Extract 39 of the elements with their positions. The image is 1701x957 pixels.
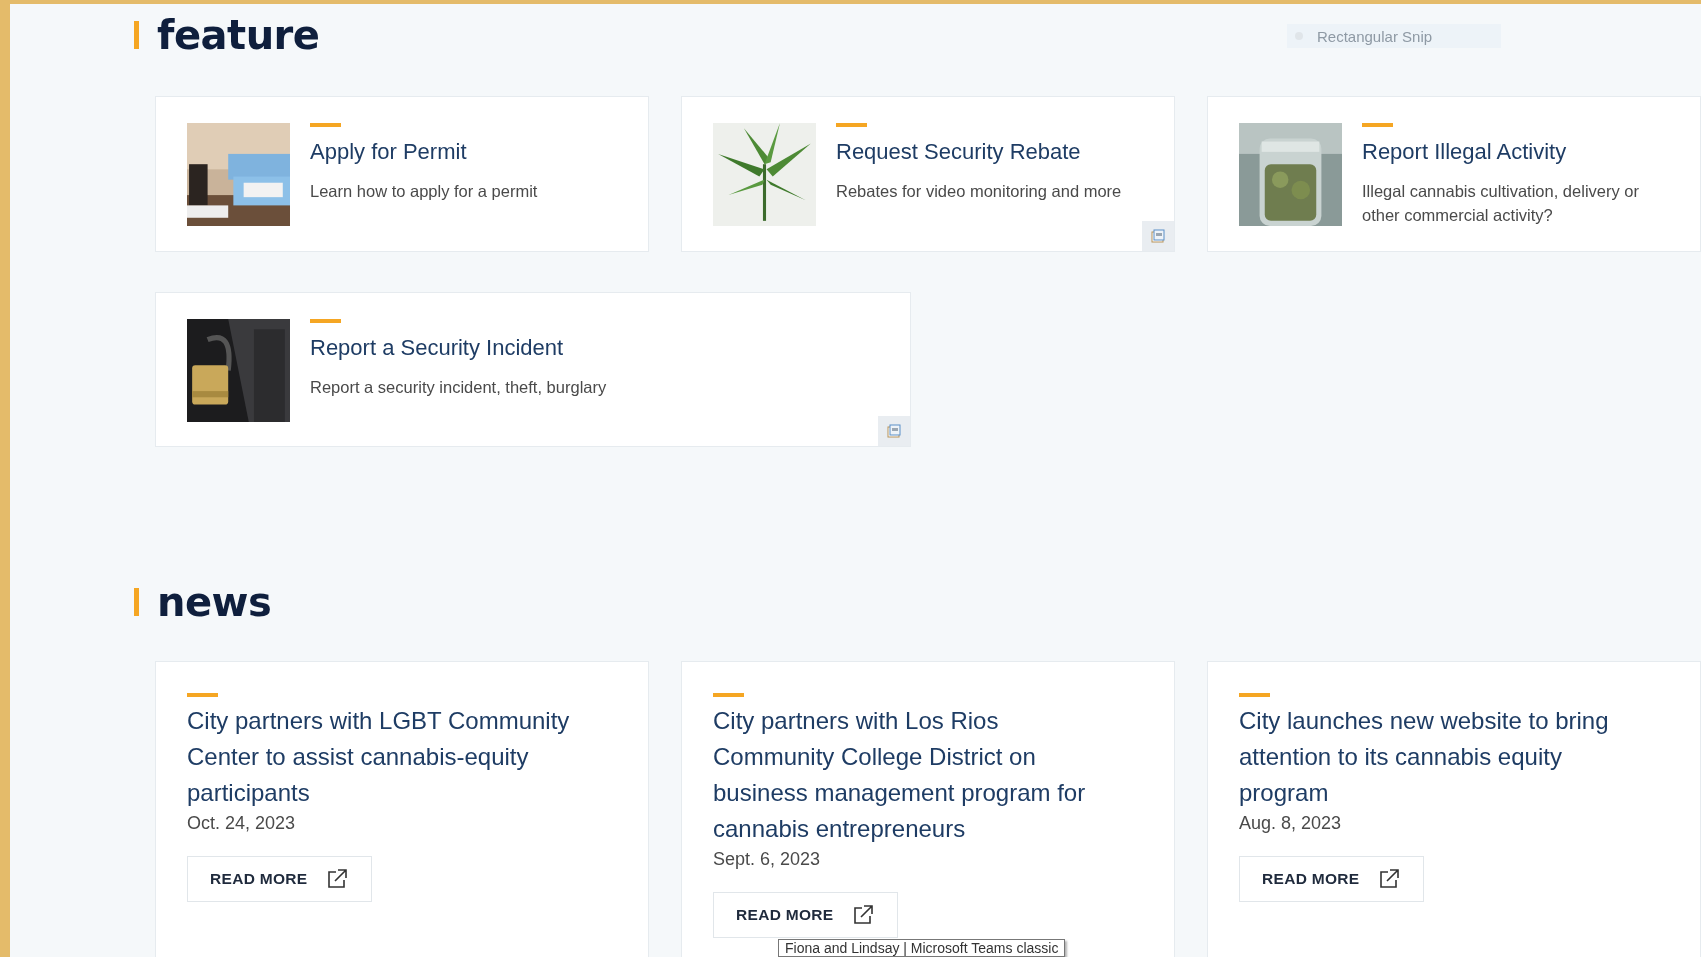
- card-title[interactable]: Report a Security Incident: [310, 335, 607, 361]
- accent-bar: [310, 319, 341, 323]
- news-title[interactable]: City partners with Los Rios Community College District on business management program for cannabis entrepreneurs: [713, 703, 1144, 847]
- news-date: Aug. 8, 2023: [1239, 813, 1343, 834]
- accent-bar: [134, 21, 139, 49]
- card-title[interactable]: Report Illegal Activity: [1362, 139, 1670, 165]
- pdf-icon[interactable]: [1142, 221, 1174, 251]
- card-title[interactable]: Apply for Permit: [310, 139, 538, 165]
- card-description: Learn how to apply for a permit: [310, 181, 538, 202]
- section-heading: news: [157, 579, 272, 625]
- card-description: Rebates for video monitoring and more: [836, 181, 1122, 202]
- feature-card[interactable]: Report Illegal Activity Illegal cannabis cultivation, delivery or other commercial activity?: [1207, 96, 1701, 252]
- news-date: Oct. 24, 2023: [187, 813, 297, 834]
- read-more-button[interactable]: READ MORE: [187, 856, 373, 902]
- external-link-icon: [1377, 867, 1402, 891]
- accent-bar: [187, 693, 218, 697]
- accent-bar: [713, 693, 744, 697]
- news-title[interactable]: City launches new website to bring attention to its cannabis equity program: [1239, 703, 1670, 811]
- pdf-icon[interactable]: [878, 416, 910, 446]
- tooltip: Fiona and Lindsay | Microsoft Teams classic: [778, 939, 1066, 957]
- section-heading: feature: [157, 12, 320, 58]
- accent-bar: [836, 123, 867, 127]
- feature-card[interactable]: Apply for Permit Learn how to apply for a permit: [155, 96, 649, 252]
- feature-card[interactable]: Request Security Rebate Rebates for video monitoring and more: [681, 96, 1175, 252]
- snip-label: Rectangular Snip: [1317, 27, 1433, 45]
- accent-bar: [1239, 693, 1270, 697]
- card-description: Report a security incident, theft, burglary: [310, 377, 607, 398]
- feature-card[interactable]: Report a Security Incident Report a security incident, theft, burglary: [155, 292, 911, 447]
- read-more-button[interactable]: READ MORE: [713, 892, 899, 938]
- accent-bar: [1362, 123, 1393, 127]
- accent-bar: [134, 588, 139, 616]
- accent-bar: [310, 123, 341, 127]
- read-more-button[interactable]: READ MORE: [1239, 856, 1425, 902]
- card-title[interactable]: Request Security Rebate: [836, 139, 1122, 165]
- news-title[interactable]: City partners with LGBT Community Center to assist cannabis-equity participants: [187, 703, 618, 811]
- external-link-icon: [325, 867, 350, 891]
- news-date: Sept. 6, 2023: [713, 849, 822, 870]
- card-description: Illegal cannabis cultivation, delivery or other commercial activity?: [1362, 181, 1640, 226]
- external-link-icon: [851, 903, 876, 927]
